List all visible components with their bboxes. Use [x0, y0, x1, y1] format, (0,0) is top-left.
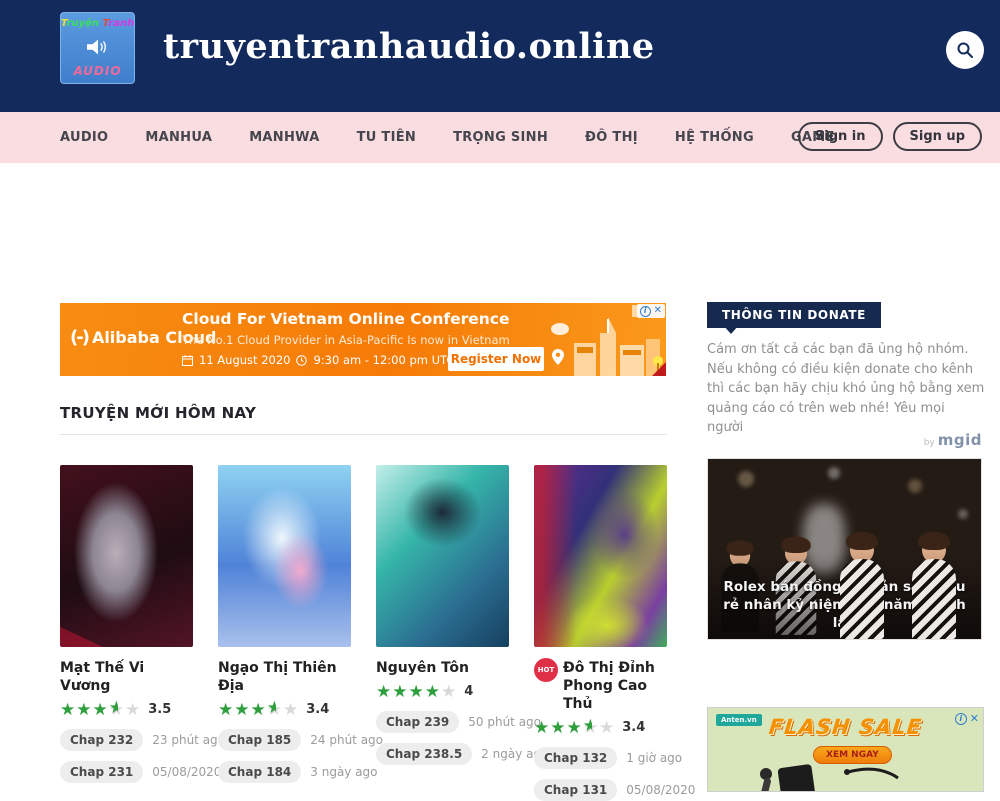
nav-item-manhwa[interactable]: MANHWA — [249, 130, 319, 145]
chapter-time: 05/08/2020 — [626, 783, 695, 797]
comic-title[interactable]: Nguyên Tôn — [376, 659, 509, 677]
main-navbar: AUDIO MANHUA MANHWA TU TIÊN TRỌNG SINH Đ… — [0, 112, 1000, 163]
product-illustration — [728, 764, 948, 792]
chapter-row: Chap 184 3 ngày ago — [218, 761, 351, 783]
banner-date: 11 August 2020 — [199, 353, 290, 367]
sidebar-ad-flash-sale[interactable]: Anten.vn FLASH SALE XEM NGAY i ✕ — [707, 707, 984, 792]
star-icons: ★★★★★ — [534, 718, 615, 737]
comic-grid: Mạt Thế Vi Vương ★★★★★ 3.5 Chap 232 23 p… — [60, 465, 667, 801]
auth-buttons: Sign in Sign up — [798, 122, 982, 151]
sign-up-button[interactable]: Sign up — [893, 122, 982, 151]
banner-headline: Cloud For Vietnam Online Conference — [182, 310, 510, 328]
calendar-icon — [182, 355, 193, 366]
comic-title-row: HOT Đô Thị Đỉnh Phong Cao Thủ — [534, 659, 667, 713]
chapter-row: Chap 239 50 phút ago — [376, 711, 509, 733]
ad-close-icon[interactable]: ✕ — [970, 712, 979, 725]
banner-ad[interactable]: (-)Alibaba Cloud Cloud For Vietnam Onlin… — [60, 303, 666, 376]
rating-stars: ★★★★★ 3.4 — [218, 700, 351, 719]
chapter-button[interactable]: Chap 184 — [218, 761, 301, 783]
chapter-time: 23 phút ago — [152, 733, 225, 747]
nav-item-audio[interactable]: AUDIO — [60, 130, 108, 145]
xem-ngay-button[interactable]: XEM NGAY — [813, 746, 892, 764]
site-logo[interactable]: Truyện Tranh AUDIO — [60, 12, 135, 84]
comic-title[interactable]: Mạt Thế Vi Vương — [60, 659, 193, 695]
rating-value: 3.5 — [148, 702, 171, 717]
rating-value: 3.4 — [306, 702, 329, 717]
comic-cover[interactable] — [534, 465, 667, 647]
clock-icon — [296, 355, 307, 366]
ad-controls: i ✕ — [637, 304, 665, 318]
logo-text-audio: AUDIO — [73, 64, 121, 78]
comic-cover[interactable] — [218, 465, 351, 647]
bokeh-light — [958, 509, 968, 519]
rating-stars: ★★★★★ 3.5 — [60, 700, 193, 719]
rating-stars: ★★★★★ 4 — [376, 682, 509, 701]
sponsor-by-text: by — [924, 438, 935, 448]
chapter-button[interactable]: Chap 232 — [60, 729, 143, 751]
chapter-button[interactable]: Chap 239 — [376, 711, 459, 733]
donate-header-tail — [723, 325, 739, 334]
nav-item-he-thong[interactable]: HỆ THỐNG — [675, 130, 754, 145]
nav-item-do-thi[interactable]: ĐÔ THỊ — [585, 130, 638, 145]
chapter-time: 05/08/2020 — [152, 765, 221, 779]
sponsor-label[interactable]: bymgid — [707, 430, 982, 449]
bokeh-light — [908, 479, 922, 493]
banner-corner-decoration — [652, 362, 666, 376]
register-now-button[interactable]: Register Now — [448, 347, 544, 371]
site-header: Truyện Tranh AUDIO truyentranhaudio.onli… — [0, 0, 1000, 112]
nav-item-manhua[interactable]: MANHUA — [145, 130, 212, 145]
nav-items: AUDIO MANHUA MANHWA TU TIÊN TRỌNG SINH Đ… — [60, 130, 835, 145]
star-icons: ★★★★★ — [218, 700, 299, 719]
bokeh-light — [738, 471, 754, 487]
chapter-row: Chap 231 05/08/2020 — [60, 761, 193, 783]
banner-subline: The No.1 Cloud Provider in Asia-Pacific … — [182, 333, 510, 347]
adchoices-info-icon[interactable]: i — [955, 713, 967, 725]
nav-item-trong-sinh[interactable]: TRỌNG SINH — [453, 130, 548, 145]
comic-cover[interactable] — [60, 465, 193, 647]
speaker-icon — [87, 39, 109, 55]
comic-card: Mạt Thế Vi Vương ★★★★★ 3.5 Chap 232 23 p… — [60, 465, 193, 801]
rating-value: 3.4 — [622, 720, 645, 735]
star-icons: ★★★★★ — [376, 682, 457, 701]
comic-card: HOT Đô Thị Đỉnh Phong Cao Thủ ★★★★★ 3.4 … — [534, 465, 667, 801]
chapter-row: Chap 131 05/08/2020 — [534, 779, 667, 801]
mgid-logo: mgid — [938, 431, 982, 449]
chapter-time: 1 giờ ago — [626, 751, 682, 765]
adchoices-info-icon[interactable]: i — [640, 306, 651, 317]
donate-text: Cám ơn tất cả các bạn đã ủng hộ nhóm. Nế… — [707, 340, 985, 438]
search-button[interactable] — [946, 31, 984, 69]
comic-title[interactable]: Ngạo Thị Thiên Địa — [218, 659, 351, 695]
comic-cover[interactable] — [376, 465, 509, 647]
chapter-row: Chap 185 24 phút ago — [218, 729, 351, 751]
chapter-row: Chap 232 23 phút ago — [60, 729, 193, 751]
star-icons: ★★★★★ — [60, 700, 141, 719]
rating-stars: ★★★★★ 3.4 — [534, 718, 667, 737]
page-title: truyentranhaudio.online — [163, 26, 655, 67]
bokeh-light — [828, 467, 840, 479]
logo-text-top: Truyện Tranh — [61, 18, 134, 29]
ad-controls: i ✕ — [955, 712, 979, 725]
chapter-button[interactable]: Chap 238.5 — [376, 743, 472, 765]
comic-card: Nguyên Tôn ★★★★★ 4 Chap 239 50 phút ago … — [376, 465, 509, 801]
chapter-button[interactable]: Chap 131 — [534, 779, 617, 801]
sign-in-button[interactable]: Sign in — [798, 122, 883, 151]
nav-item-tu-tien[interactable]: TU TIÊN — [357, 130, 417, 145]
hot-badge: HOT — [534, 658, 558, 682]
search-icon — [956, 41, 974, 59]
comic-title[interactable]: Đô Thị Đỉnh Phong Cao Thủ — [563, 659, 667, 713]
section-title: TRUYỆN MỚI HÔM NAY — [60, 404, 256, 422]
chapter-time: 50 phút ago — [468, 715, 541, 729]
flash-sale-title: FLASH SALE — [707, 715, 984, 739]
chapter-button[interactable]: Chap 231 — [60, 761, 143, 783]
rating-value: 4 — [464, 684, 473, 699]
sidebar-ad-rolex[interactable]: Rolex bán đồng hồ bản sao siêu rẻ nhân k… — [707, 458, 982, 640]
ad-close-icon[interactable]: ✕ — [654, 305, 662, 317]
chapter-button[interactable]: Chap 185 — [218, 729, 301, 751]
chapter-time: 24 phút ago — [310, 733, 383, 747]
comic-card: Ngạo Thị Thiên Địa ★★★★★ 3.4 Chap 185 24… — [218, 465, 351, 801]
chapter-time: 3 ngày ago — [310, 765, 377, 779]
section-divider — [60, 434, 667, 435]
chapter-row: Chap 238.5 2 ngày ago — [376, 743, 509, 765]
alibaba-logo-mark: (-) — [70, 327, 88, 348]
